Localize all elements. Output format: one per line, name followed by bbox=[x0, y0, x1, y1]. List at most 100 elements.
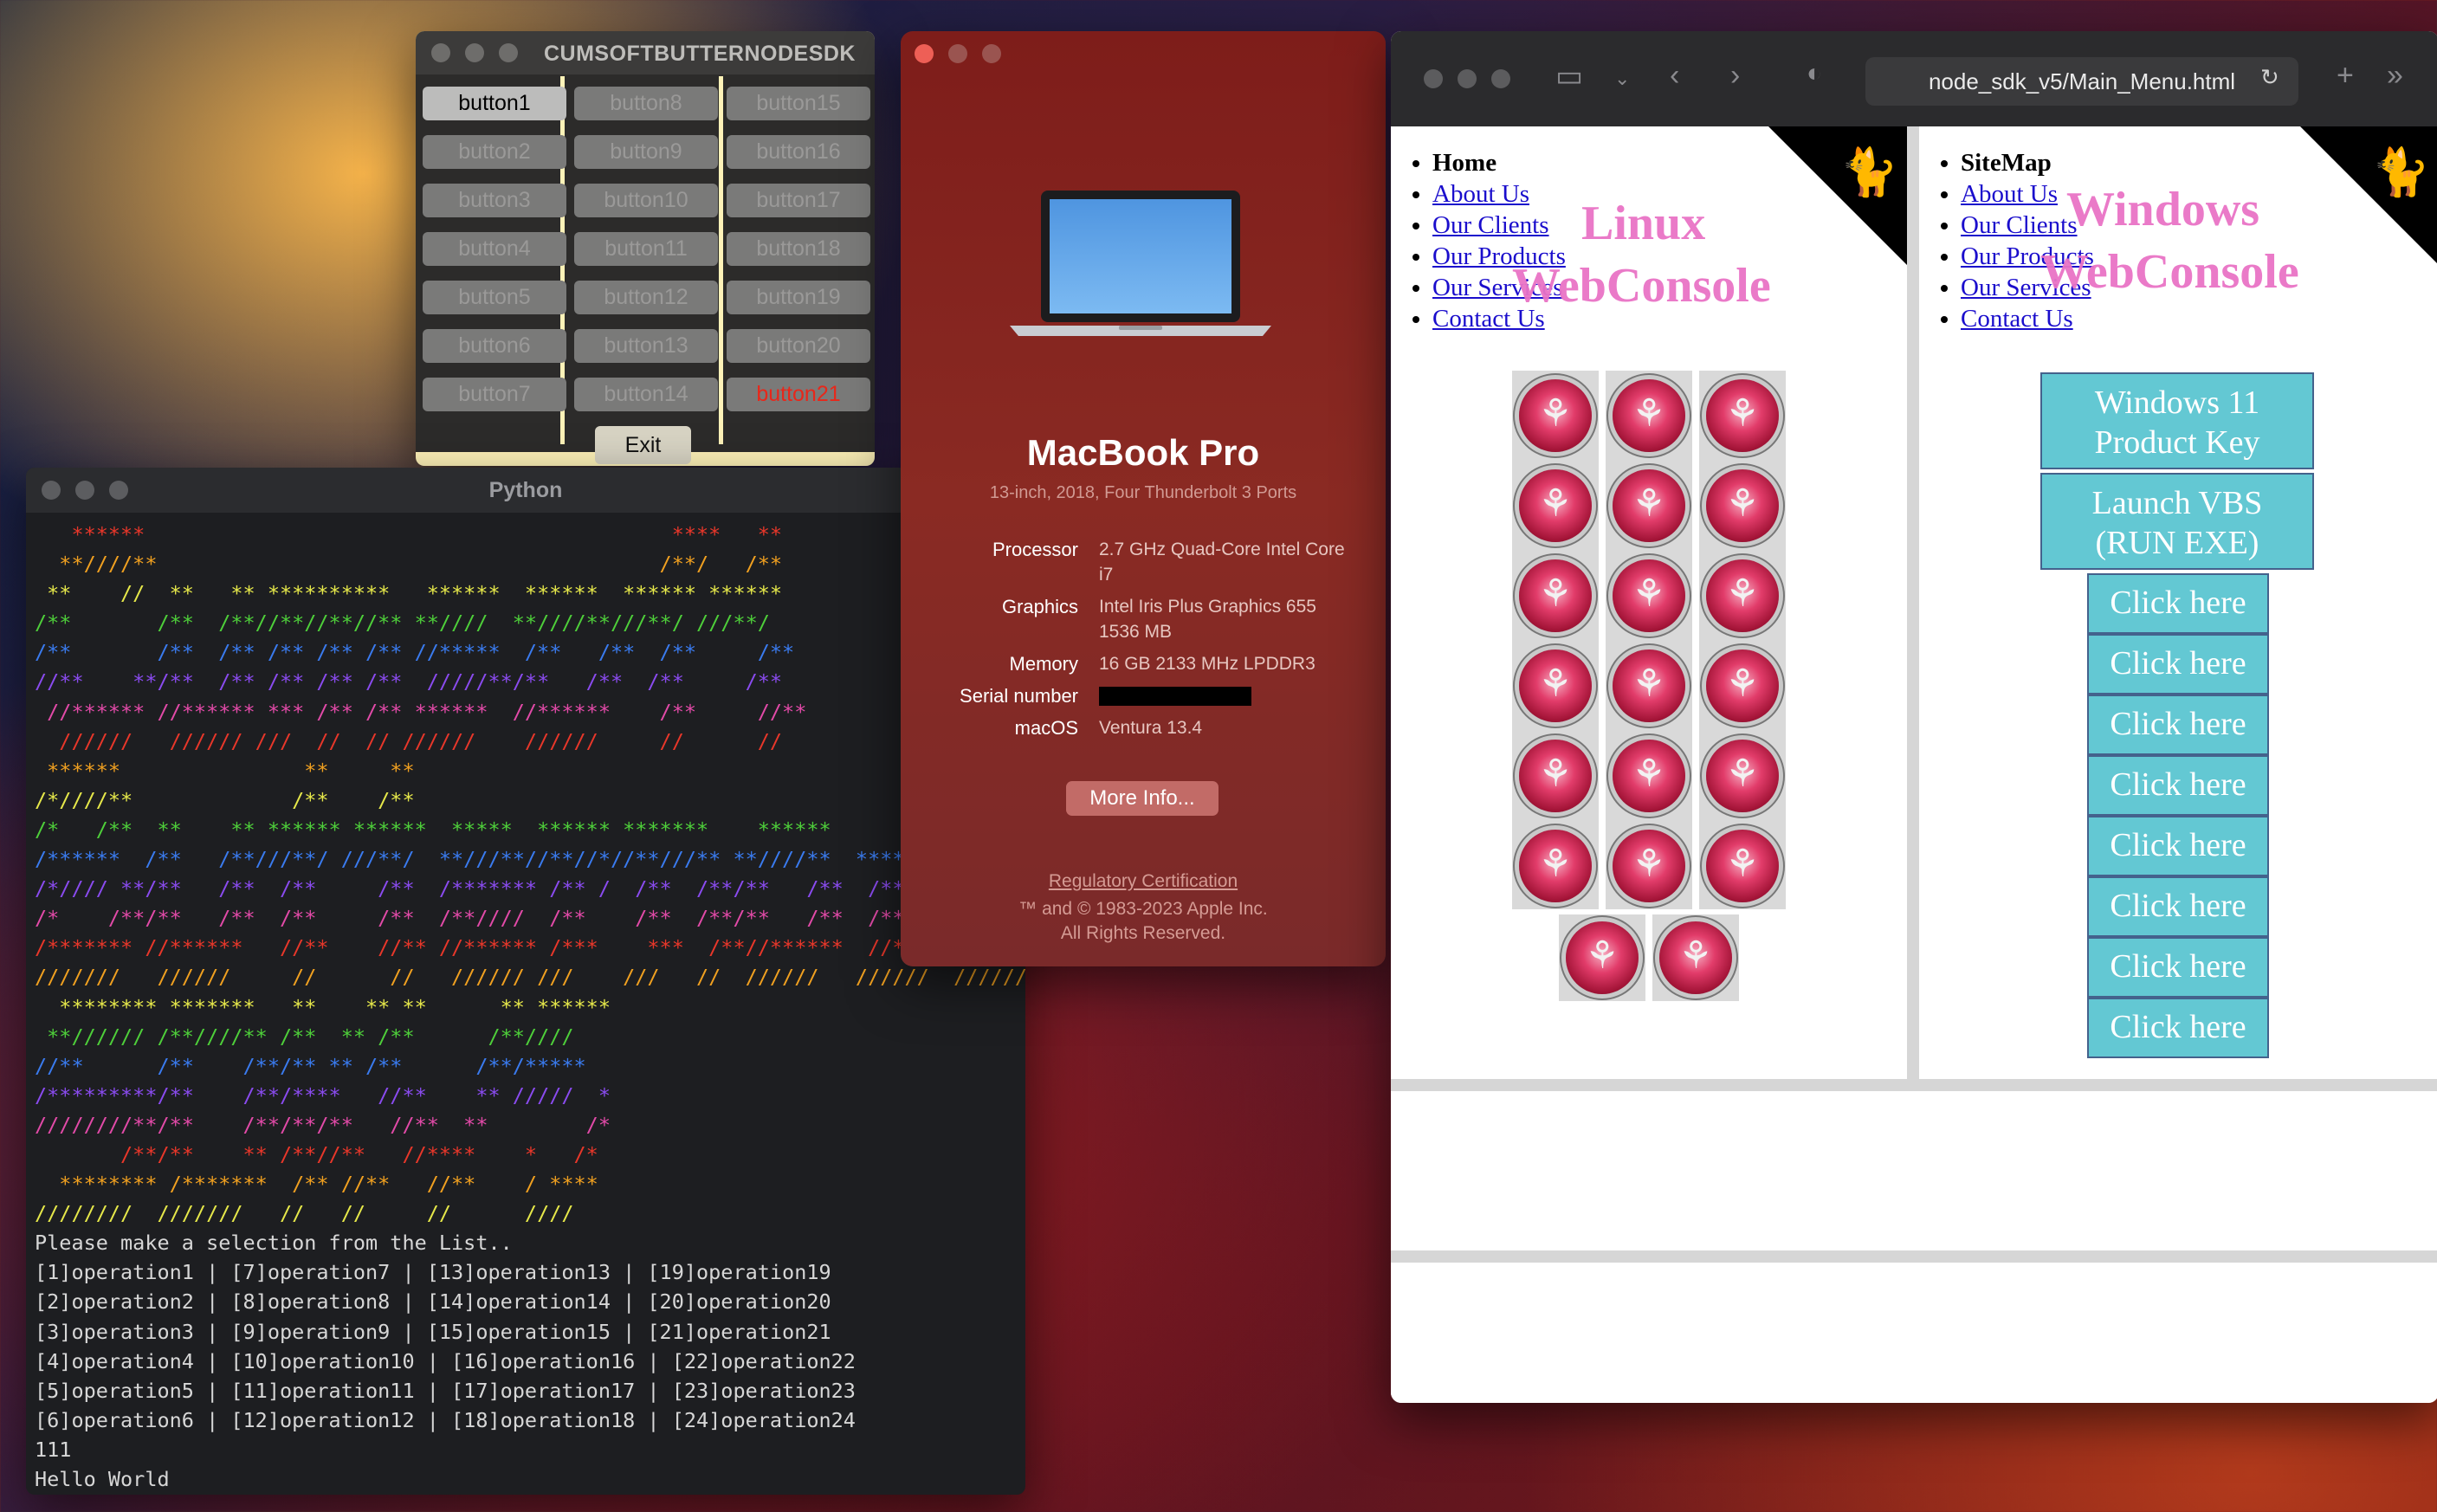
tk-button-button8[interactable]: button8 bbox=[574, 87, 718, 120]
reload-icon[interactable]: ↻ bbox=[2260, 64, 2279, 91]
shield-icon[interactable]: ◐ bbox=[1807, 59, 1822, 88]
click-here-button[interactable]: Click here bbox=[2087, 816, 2269, 876]
rose-icon-button[interactable] bbox=[1519, 649, 1592, 722]
windows-product-key-button[interactable]: Windows 11 Product Key bbox=[2040, 372, 2314, 469]
tk-button-button5[interactable]: button5 bbox=[423, 281, 566, 314]
regulatory-link[interactable]: Regulatory Certification bbox=[901, 871, 1386, 892]
close-button[interactable] bbox=[1424, 69, 1443, 88]
ascii-banner-line: ******** /******* /** //** //** / **** bbox=[35, 1172, 598, 1197]
ascii-banner-line: /******* //****** //** //** //****** /**… bbox=[35, 935, 979, 960]
tk-button-button3[interactable]: button3 bbox=[423, 184, 566, 217]
rose-icon-button[interactable] bbox=[1659, 921, 1732, 994]
octocat-icon[interactable]: 🐈 bbox=[1840, 145, 1898, 200]
click-here-button[interactable]: Click here bbox=[2087, 876, 2269, 937]
close-button[interactable] bbox=[915, 44, 934, 63]
back-icon[interactable]: ‹ bbox=[1670, 59, 1679, 93]
minimize-button[interactable] bbox=[465, 43, 484, 62]
tk-button-button11[interactable]: button11 bbox=[574, 232, 718, 266]
rose-icon-button[interactable] bbox=[1706, 649, 1779, 722]
click-here-button[interactable]: Click here bbox=[2087, 998, 2269, 1058]
tk-button-button7[interactable]: button7 bbox=[423, 378, 566, 411]
tk-button-button14[interactable]: button14 bbox=[574, 378, 718, 411]
rose-icon-button[interactable] bbox=[1566, 921, 1639, 994]
tk-button-button21[interactable]: button21 bbox=[727, 378, 870, 411]
nav-link-contact-us[interactable]: Contact Us bbox=[1961, 305, 2073, 333]
tk-button-button4[interactable]: button4 bbox=[423, 232, 566, 266]
rose-icon-button[interactable] bbox=[1613, 469, 1685, 542]
rose-icon-button[interactable] bbox=[1613, 379, 1685, 452]
rose-icon-button[interactable] bbox=[1519, 469, 1592, 542]
rose-icon-button[interactable] bbox=[1706, 830, 1779, 902]
click-here-button[interactable]: Click here bbox=[2087, 937, 2269, 998]
frame-separator[interactable] bbox=[1391, 1250, 2437, 1263]
overlay-title-line1: Windows bbox=[2066, 183, 2260, 236]
tk-button-button19[interactable]: button19 bbox=[727, 281, 870, 314]
tk-button-button18[interactable]: button18 bbox=[727, 232, 870, 266]
zoom-button[interactable] bbox=[982, 44, 1001, 63]
ascii-banner-line: **////// /**////** /** ** /** /**//// bbox=[35, 1024, 574, 1049]
ascii-banner-line: ******** ******* ** ** ** ** ****** bbox=[35, 994, 611, 1019]
output-line: Hello World bbox=[35, 1467, 170, 1491]
rose-icon-button[interactable] bbox=[1613, 649, 1685, 722]
rose-icon-button[interactable] bbox=[1706, 559, 1779, 632]
spec-macos: Ventura 13.4 bbox=[1099, 718, 1203, 738]
bottom-frame bbox=[1391, 1091, 2437, 1250]
launch-vbs-button[interactable]: Launch VBS (RUN EXE) bbox=[2040, 473, 2314, 570]
tk-button-button10[interactable]: button10 bbox=[574, 184, 718, 217]
tk-button-button16[interactable]: button16 bbox=[727, 135, 870, 169]
exit-button[interactable]: Exit bbox=[595, 426, 691, 464]
button-line: Product Key bbox=[2094, 424, 2260, 461]
click-here-button[interactable]: Click here bbox=[2087, 695, 2269, 755]
safari-toolbar: ▭ ⌄ ‹ › ◐ node_sdk_v5/Main_Menu.html ↻ +… bbox=[1391, 31, 2437, 126]
spec-label: Serial number bbox=[960, 685, 1078, 707]
tk-button-button12[interactable]: button12 bbox=[574, 281, 718, 314]
rose-icon-button[interactable] bbox=[1519, 379, 1592, 452]
close-button[interactable] bbox=[431, 43, 450, 62]
zoom-button[interactable] bbox=[1491, 69, 1510, 88]
rose-icon-button[interactable] bbox=[1706, 379, 1779, 452]
ascii-banner-line: /** /** /** /** /** /** //***** /** /** … bbox=[35, 640, 795, 665]
rose-icon-button[interactable] bbox=[1613, 559, 1685, 632]
spec-list: Processor 2.7 GHz Quad-Core Intel Core i7… bbox=[901, 537, 1386, 747]
terminal-output[interactable]: ****** **** ** **////** /**/ /** ** // *… bbox=[35, 520, 1025, 1494]
frame-separator[interactable] bbox=[1907, 126, 1919, 1079]
more-info-button[interactable]: More Info... bbox=[1066, 781, 1218, 816]
minimize-button[interactable] bbox=[1458, 69, 1477, 88]
tk-button-button13[interactable]: button13 bbox=[574, 329, 718, 363]
rose-icon-button[interactable] bbox=[1613, 740, 1685, 812]
new-tab-icon[interactable]: + bbox=[2337, 59, 2354, 93]
rose-icon-button[interactable] bbox=[1519, 830, 1592, 902]
tk-button-button9[interactable]: button9 bbox=[574, 135, 718, 169]
tk-button-button2[interactable]: button2 bbox=[423, 135, 566, 169]
rose-icon-button[interactable] bbox=[1519, 559, 1592, 632]
sidebar-icon[interactable]: ▭ bbox=[1555, 59, 1583, 94]
tk-titlebar[interactable]: CUMSOFTBUTTERNODESDK bbox=[416, 31, 875, 74]
chevron-down-icon[interactable]: ⌄ bbox=[1614, 68, 1630, 90]
address-bar[interactable]: node_sdk_v5/Main_Menu.html bbox=[1865, 57, 2298, 106]
nav-link-about-us[interactable]: About Us bbox=[1961, 180, 2058, 208]
rose-icon-button[interactable] bbox=[1613, 830, 1685, 902]
click-here-button[interactable]: Click here bbox=[2087, 634, 2269, 695]
overlay-title-line1: Linux bbox=[1581, 197, 1706, 250]
minimize-button[interactable] bbox=[948, 44, 967, 63]
nav-link-about-us[interactable]: About Us bbox=[1432, 180, 1529, 208]
nav-link-our-clients[interactable]: Our Clients bbox=[1961, 211, 2078, 239]
click-here-button[interactable]: Click here bbox=[2087, 573, 2269, 634]
forward-icon[interactable]: › bbox=[1730, 59, 1740, 93]
tk-button-button17[interactable]: button17 bbox=[727, 184, 870, 217]
tk-button-button20[interactable]: button20 bbox=[727, 329, 870, 363]
frame-separator[interactable] bbox=[1391, 1079, 2437, 1091]
tk-button-button6[interactable]: button6 bbox=[423, 329, 566, 363]
rose-icon-button[interactable] bbox=[1706, 740, 1779, 812]
output-line: [1]operation1 | [7]operation7 | [13]oper… bbox=[35, 1260, 831, 1285]
click-here-button[interactable]: Click here bbox=[2087, 755, 2269, 816]
tk-button-button1[interactable]: button1 bbox=[423, 87, 566, 120]
zoom-button[interactable] bbox=[499, 43, 518, 62]
rose-icon-button[interactable] bbox=[1519, 740, 1592, 812]
tab-overview-icon[interactable]: » bbox=[2387, 59, 2403, 93]
octocat-icon[interactable]: 🐈 bbox=[2372, 145, 2430, 200]
tk-button-button15[interactable]: button15 bbox=[727, 87, 870, 120]
python-titlebar[interactable]: Python bbox=[26, 468, 1025, 513]
rose-icon-button[interactable] bbox=[1706, 469, 1779, 542]
nav-link-our-clients[interactable]: Our Clients bbox=[1432, 211, 1549, 239]
